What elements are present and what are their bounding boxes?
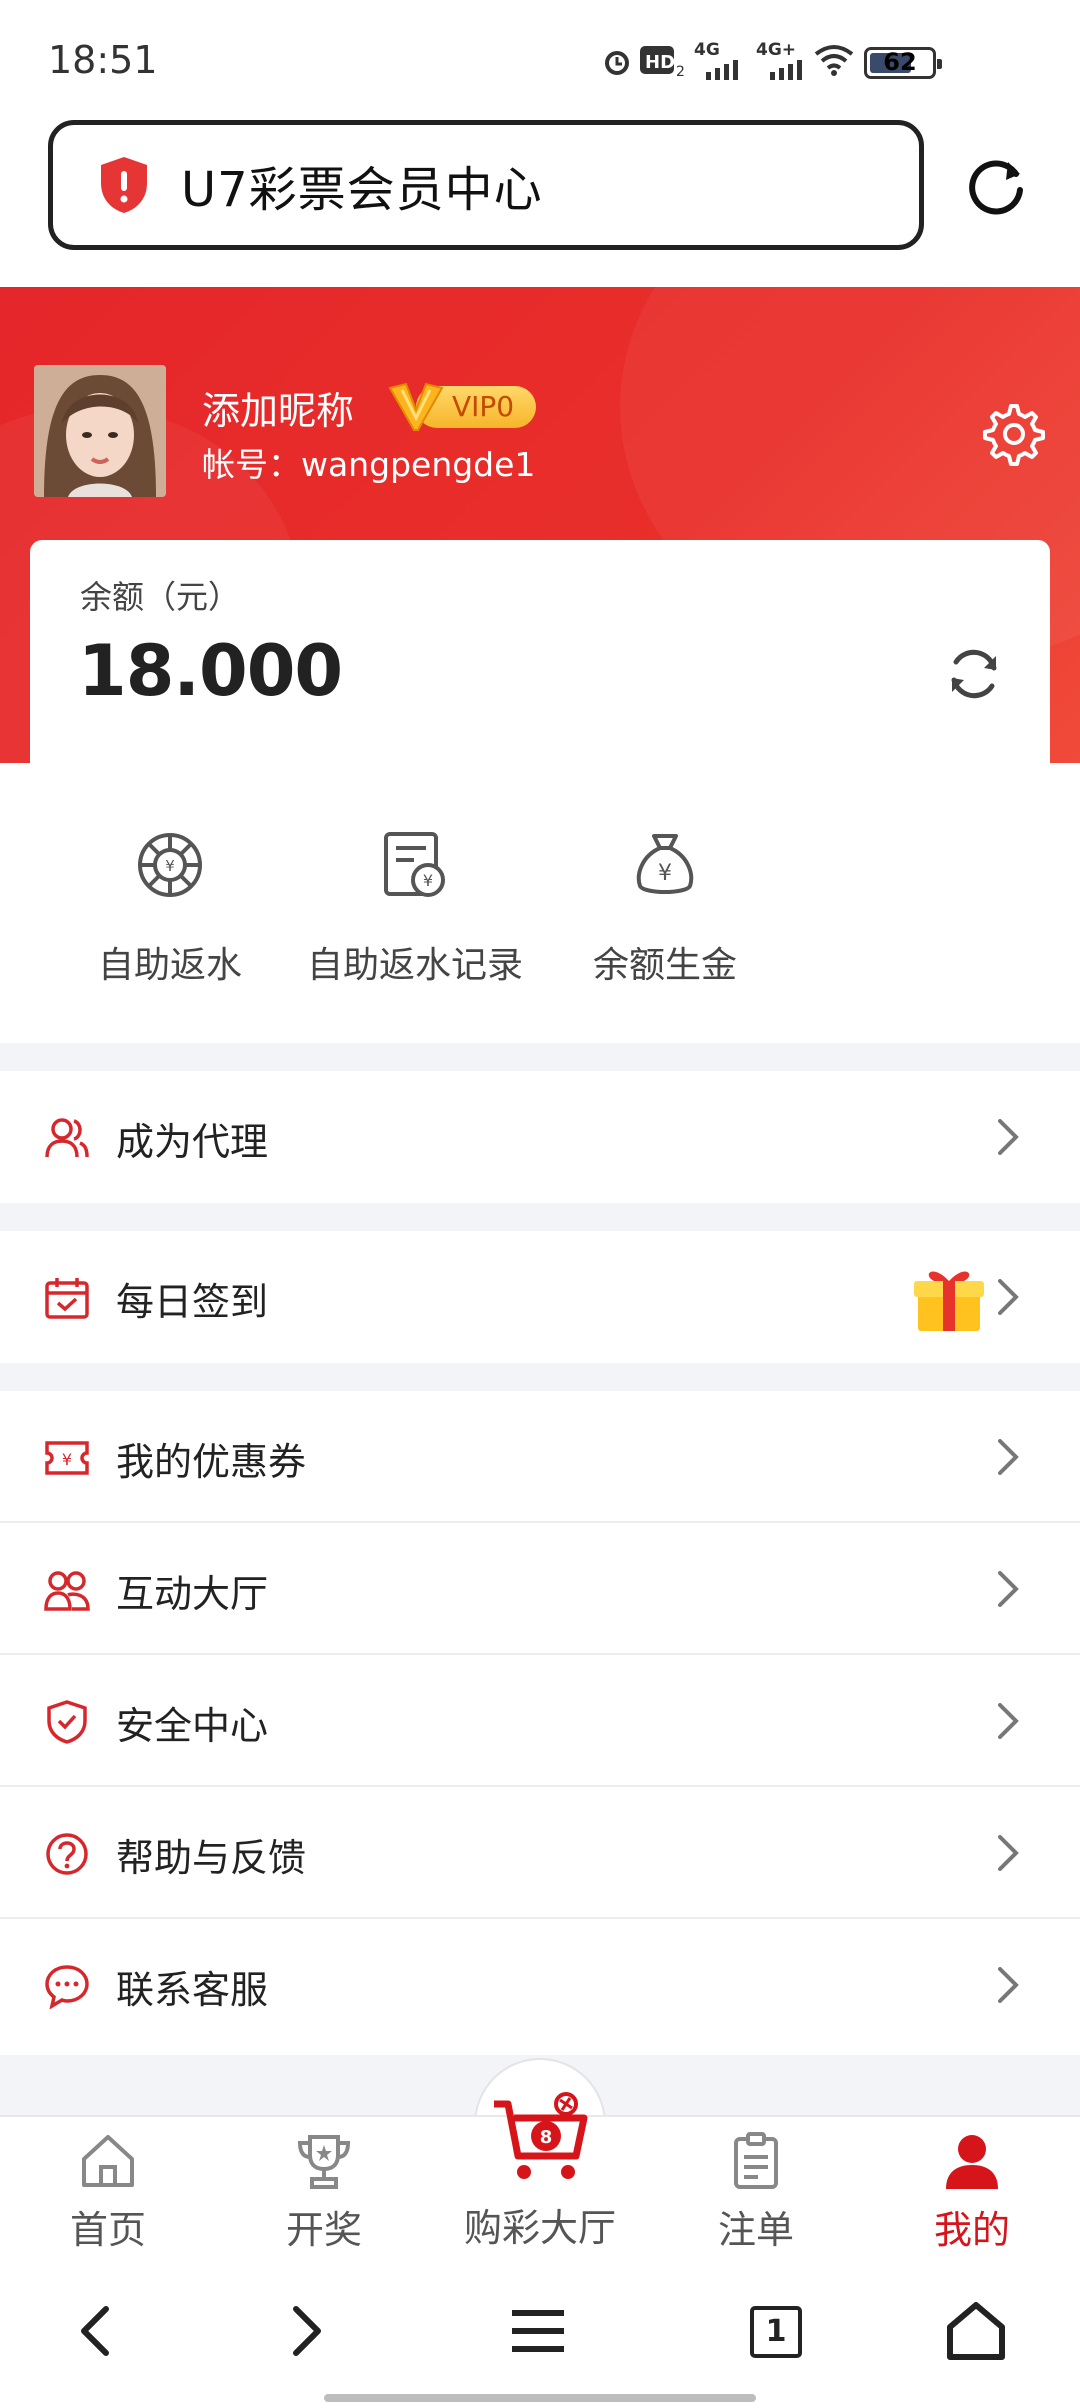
hd-icon: HD 2 (640, 46, 685, 78)
menu-label: 安全中心 (116, 1704, 269, 1748)
clipboard-icon (734, 2132, 778, 2189)
trophy-icon (297, 2135, 351, 2189)
chevron-right-icon (998, 1571, 1019, 1607)
vip-badge: VIP0 (386, 380, 536, 434)
quick-action-balance-gold[interactable]: ¥ 余额生金 (570, 830, 760, 988)
settings-gear-icon[interactable] (980, 400, 1048, 468)
chevron-right-icon (998, 1439, 1019, 1475)
chevron-right-icon (998, 1703, 1019, 1739)
section-gap (0, 1043, 1080, 1071)
status-time: 18:51 (48, 38, 158, 82)
coupon-icon: ¥ (45, 1441, 89, 1475)
vip-level: VIP0 (452, 390, 515, 423)
alarm-icon (605, 51, 629, 75)
tab-orders[interactable]: 注单 (648, 2117, 864, 2259)
shield-check-icon (47, 1700, 87, 1744)
nickname[interactable]: 添加昵称 (202, 380, 354, 435)
svg-text:HD: HD (645, 52, 675, 73)
address-bar[interactable]: U7彩票会员中心 (48, 120, 924, 250)
menu-label: 联系客服 (116, 1968, 269, 2012)
chat-icon (45, 1965, 89, 2009)
help-icon (46, 1833, 88, 1875)
tab-label: 开奖 (285, 2208, 362, 2252)
rebate-wheel-icon: ¥ (138, 833, 202, 897)
home-icon (82, 2135, 134, 2187)
svg-text:¥: ¥ (165, 857, 175, 875)
agent-users-icon (45, 1118, 89, 1158)
home-browser-icon[interactable] (944, 2299, 1008, 2363)
rebate-record-icon: ¥ (384, 832, 445, 897)
tab-label: 注单 (717, 2208, 794, 2252)
signal-bars-icon (706, 60, 738, 80)
menu-item-daily-checkin[interactable]: 每日签到 (0, 1231, 1080, 1363)
account-name: 帐号：wangpengde1 (202, 445, 536, 484)
tab-draw-results[interactable]: 开奖 (216, 2117, 432, 2259)
menu-item-coupons[interactable]: ¥ 我的优惠券 (0, 1391, 1080, 1523)
menu-item-customer-service[interactable]: 联系客服 (0, 1919, 1080, 2051)
battery-indicator: 62 (864, 47, 942, 79)
avatar[interactable] (34, 365, 166, 497)
tab-mine[interactable]: 我的 (864, 2117, 1080, 2259)
signal-bars-icon (770, 60, 802, 80)
quick-action-label: 自助返水记录 (306, 945, 523, 986)
back-icon[interactable] (66, 2299, 130, 2363)
quick-action-rebate-record[interactable]: ¥ 自助返水记录 (290, 830, 540, 988)
section-gap (0, 1363, 1080, 1391)
chevron-right-icon (998, 1967, 1019, 2003)
balance-card: 余额（元） 18.000 (30, 540, 1050, 770)
svg-text:¥: ¥ (62, 1450, 72, 1469)
cell-signal-1: 4G (694, 40, 744, 80)
menu-label: 我的优惠券 (116, 1440, 307, 1484)
user-icon (946, 2135, 998, 2189)
status-bar: 18:51 HD 2 4G 4G+ 62 (0, 0, 1080, 120)
chevron-right-icon (998, 1119, 1019, 1155)
balance-label: 余额（元） (80, 578, 241, 616)
menu-label: 互动大厅 (116, 1572, 269, 1616)
quick-action-label: 自助返水 (97, 945, 242, 986)
tab-label: 首页 (69, 2208, 146, 2252)
calendar-check-icon (45, 1278, 89, 1319)
gift-icon (914, 1271, 984, 1331)
quick-action-label: 余额生金 (592, 945, 737, 986)
menu-item-interactive-hall[interactable]: 互动大厅 (0, 1523, 1080, 1655)
group-icon (44, 1571, 90, 1611)
svg-text:¥: ¥ (658, 861, 672, 886)
quick-action-rebate[interactable]: ¥ 自助返水 (80, 830, 260, 988)
chevron-right-icon (998, 1279, 1019, 1315)
menu-label: 每日签到 (116, 1280, 269, 1324)
tab-label: 我的 (933, 2208, 1010, 2252)
tab-home[interactable]: 首页 (0, 2117, 216, 2259)
svg-text:¥: ¥ (423, 871, 433, 890)
browser-nav-bar (0, 2259, 1080, 2408)
forward-icon[interactable] (272, 2299, 336, 2363)
svg-text:2: 2 (676, 64, 685, 78)
cart-icon[interactable]: 8 (490, 2090, 590, 2190)
menu-item-help-feedback[interactable]: 帮助与反馈 (0, 1787, 1080, 1919)
wifi-icon (814, 45, 854, 76)
menu-label: 帮助与反馈 (116, 1836, 307, 1880)
page-title: U7彩票会员中心 (181, 162, 543, 218)
menu-item-agent[interactable]: 成为代理 (0, 1071, 1080, 1203)
tab-lottery-hall-label[interactable]: 购彩大厅 (432, 2197, 648, 2252)
refresh-balance-icon[interactable] (944, 644, 1004, 704)
section-gap (0, 1203, 1080, 1231)
menu-label: 成为代理 (116, 1120, 269, 1164)
balance-value: 18.000 (78, 630, 343, 712)
menu-icon[interactable] (506, 2299, 570, 2363)
chevron-right-icon (998, 1835, 1019, 1871)
menu-item-security-center[interactable]: 安全中心 (0, 1655, 1080, 1787)
security-warning-icon (101, 157, 147, 213)
svg-text:8: 8 (540, 2127, 553, 2148)
cell-signal-2: 4G+ (756, 40, 808, 80)
avatar-image (34, 365, 166, 497)
money-bag-icon: ¥ (636, 834, 694, 894)
vip-crown-icon (388, 382, 444, 431)
home-indicator[interactable] (324, 2394, 756, 2402)
reload-icon[interactable] (960, 150, 1032, 222)
tabs-count-button[interactable]: 1 (750, 2306, 802, 2358)
